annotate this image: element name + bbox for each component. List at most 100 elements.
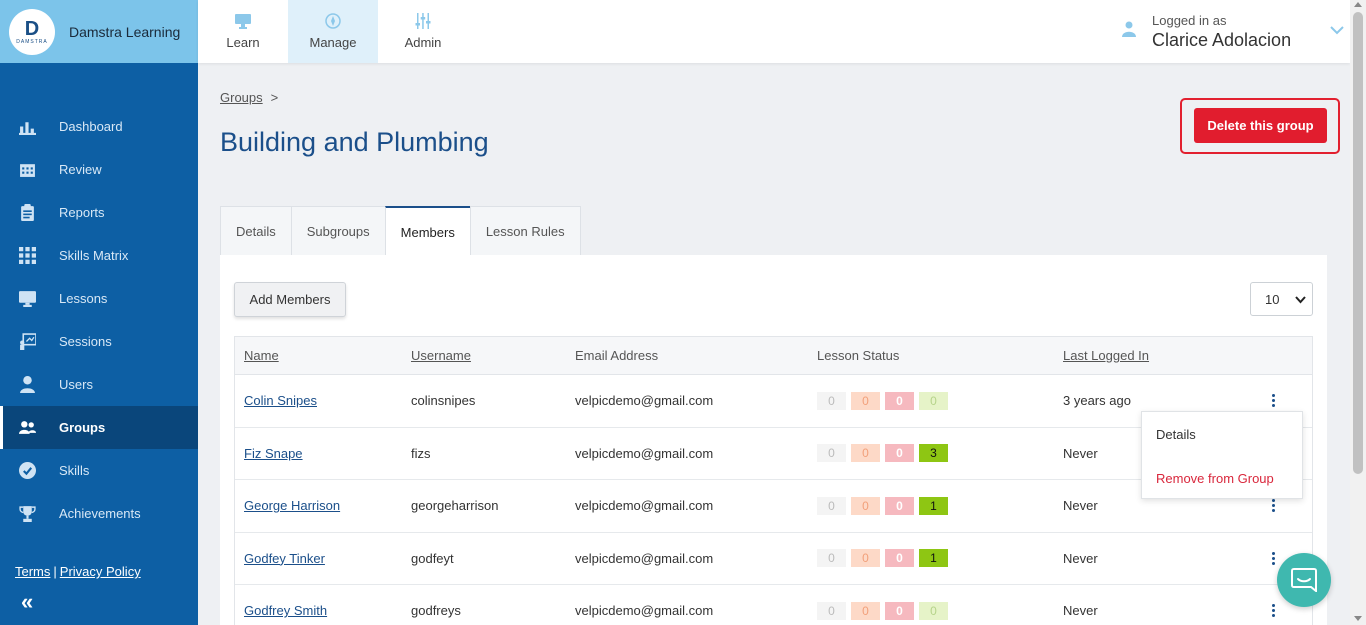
user-info: Logged in as Clarice Adolacion bbox=[1152, 13, 1291, 51]
tab-members[interactable]: Members bbox=[384, 206, 471, 256]
grid-icon bbox=[18, 247, 36, 265]
sidebar-item-label: Review bbox=[59, 162, 102, 177]
tab-lesson-rules[interactable]: Lesson Rules bbox=[469, 206, 581, 255]
page-size-value: 10 bbox=[1265, 291, 1280, 307]
status-badge-completed: 3 bbox=[919, 444, 948, 463]
lesson-status: 0 0 0 3 bbox=[817, 444, 1063, 463]
sidebar-item-reports[interactable]: Reports bbox=[0, 191, 198, 234]
delete-group-button[interactable]: Delete this group bbox=[1194, 108, 1327, 143]
member-last-login: Never bbox=[1063, 550, 1098, 566]
sidebar-item-achievements[interactable]: Achievements bbox=[0, 492, 198, 535]
tab-learn[interactable]: Learn bbox=[198, 0, 288, 63]
page-scrollbar[interactable] bbox=[1350, 0, 1366, 625]
member-name-link[interactable]: Godfey Tinker bbox=[244, 551, 325, 566]
tab-details[interactable]: Details bbox=[220, 206, 292, 255]
member-username: fizs bbox=[411, 445, 431, 461]
sidebar-item-sessions[interactable]: Sessions bbox=[0, 320, 198, 363]
terms-link[interactable]: Terms bbox=[15, 564, 50, 579]
tab-manage[interactable]: Manage bbox=[288, 0, 378, 63]
member-name-link[interactable]: George Harrison bbox=[244, 498, 340, 513]
sidebar-item-skills[interactable]: Skills bbox=[0, 449, 198, 492]
status-badge-not-started: 0 bbox=[817, 549, 846, 568]
scroll-down-icon[interactable] bbox=[1354, 616, 1362, 621]
member-name-link[interactable]: Colin Snipes bbox=[244, 393, 317, 408]
member-name-link[interactable]: Godfrey Smith bbox=[244, 603, 327, 618]
status-badge-completed: 1 bbox=[919, 549, 948, 568]
sidebar-item-label: Dashboard bbox=[59, 119, 123, 134]
status-badge-overdue: 0 bbox=[885, 549, 914, 568]
chevron-down-icon bbox=[1295, 296, 1306, 304]
member-username: godfreys bbox=[411, 603, 461, 619]
page-size-select[interactable]: 10 bbox=[1250, 282, 1313, 316]
row-actions-icon[interactable] bbox=[1271, 393, 1275, 408]
lesson-status: 0 0 0 0 bbox=[817, 601, 1063, 620]
member-email: velpicdemo@gmail.com bbox=[575, 550, 714, 566]
column-header-username[interactable]: Username bbox=[411, 348, 575, 363]
status-badge-completed: 0 bbox=[919, 391, 948, 410]
collapse-sidebar-icon[interactable]: « bbox=[21, 589, 33, 615]
chat-widget-button[interactable] bbox=[1277, 553, 1331, 607]
status-badge-in-progress: 0 bbox=[851, 496, 880, 515]
add-members-button[interactable]: Add Members bbox=[234, 282, 346, 317]
status-badge-in-progress: 0 bbox=[851, 391, 880, 410]
scroll-up-icon[interactable] bbox=[1354, 2, 1362, 7]
sidebar-item-label: Reports bbox=[59, 205, 105, 220]
sidebar-item-label: Users bbox=[59, 377, 93, 392]
sidebar-item-label: Skills Matrix bbox=[59, 248, 129, 263]
sidebar-item-skills-matrix[interactable]: Skills Matrix bbox=[0, 234, 198, 277]
page-title: Building and Plumbing bbox=[220, 127, 489, 157]
sidebar-item-label: Skills bbox=[59, 463, 90, 478]
status-badge-in-progress: 0 bbox=[851, 601, 880, 620]
logo-word: DAMSTRA bbox=[16, 38, 48, 45]
chat-icon bbox=[1291, 568, 1317, 592]
row-actions-icon[interactable] bbox=[1271, 498, 1275, 513]
member-email: velpicdemo@gmail.com bbox=[575, 603, 714, 619]
status-badge-overdue: 0 bbox=[885, 496, 914, 515]
breadcrumb-groups-link[interactable]: Groups bbox=[220, 90, 263, 105]
clipboard-icon bbox=[18, 204, 36, 222]
status-badge-not-started: 0 bbox=[817, 444, 846, 463]
menu-item-remove-from-group[interactable]: Remove from Group bbox=[1142, 456, 1302, 500]
presentation-icon bbox=[18, 333, 36, 351]
sidebar: D DAMSTRA Damstra Learning Dashboard Rev… bbox=[0, 0, 198, 625]
status-badge-in-progress: 0 bbox=[851, 549, 880, 568]
top-nav-label: Learn bbox=[226, 35, 260, 50]
row-actions-icon[interactable] bbox=[1271, 551, 1275, 566]
logged-in-label: Logged in as bbox=[1152, 12, 1227, 28]
status-badge-not-started: 0 bbox=[817, 601, 846, 620]
sidebar-item-dashboard[interactable]: Dashboard bbox=[0, 105, 198, 148]
sidebar-item-review[interactable]: Review bbox=[0, 148, 198, 191]
sliders-icon bbox=[415, 13, 431, 29]
sidebar-item-users[interactable]: Users bbox=[0, 363, 198, 406]
tab-subgroups[interactable]: Subgroups bbox=[290, 206, 386, 255]
sidebar-footer: Terms | Privacy Policy bbox=[15, 564, 141, 579]
group-tabs: Details Subgroups Members Lesson Rules bbox=[220, 206, 581, 256]
topbar: Learn Manage Admin Logged in as Clarice … bbox=[198, 0, 1350, 63]
sidebar-item-groups[interactable]: Groups bbox=[0, 406, 198, 449]
brand[interactable]: D DAMSTRA Damstra Learning bbox=[0, 0, 198, 63]
menu-item-details[interactable]: Details bbox=[1142, 412, 1302, 456]
trophy-icon bbox=[18, 505, 36, 523]
users-icon bbox=[18, 419, 36, 437]
user-menu[interactable]: Logged in as Clarice Adolacion bbox=[1122, 0, 1350, 63]
status-badge-completed: 1 bbox=[919, 496, 948, 515]
sidebar-nav: Dashboard Review Reports Skills Matrix L… bbox=[0, 105, 198, 535]
monitor-icon bbox=[18, 290, 36, 308]
privacy-policy-link[interactable]: Privacy Policy bbox=[60, 564, 141, 579]
row-actions-icon[interactable] bbox=[1271, 603, 1275, 618]
delete-highlight-frame: Delete this group bbox=[1180, 98, 1340, 154]
scroll-thumb[interactable] bbox=[1353, 12, 1363, 474]
sidebar-item-lessons[interactable]: Lessons bbox=[0, 277, 198, 320]
member-name-link[interactable]: Fiz Snape bbox=[244, 446, 303, 461]
footer-separator: | bbox=[53, 564, 57, 579]
tab-admin[interactable]: Admin bbox=[378, 0, 468, 63]
member-last-login: Never bbox=[1063, 498, 1098, 514]
row-actions-menu: Details Remove from Group bbox=[1141, 411, 1303, 499]
status-badge-not-started: 0 bbox=[817, 496, 846, 515]
member-email: velpicdemo@gmail.com bbox=[575, 393, 714, 409]
breadcrumb: Groups > bbox=[220, 90, 278, 105]
column-header-name[interactable]: Name bbox=[235, 348, 411, 363]
column-header-last-logged-in[interactable]: Last Logged In bbox=[1063, 348, 1253, 363]
check-circle-icon bbox=[18, 462, 36, 480]
chevron-down-icon[interactable] bbox=[1330, 22, 1344, 40]
